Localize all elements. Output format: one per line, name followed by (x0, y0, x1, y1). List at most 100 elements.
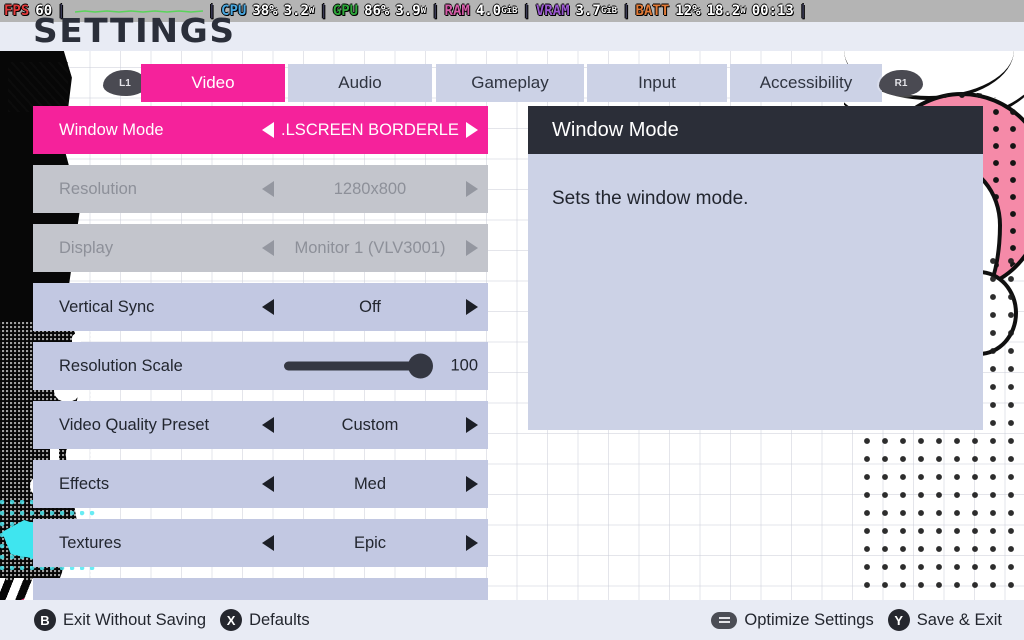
button-y-icon: Y (887, 609, 910, 631)
hud-batt-watts: 18.2 (706, 3, 741, 19)
footer-action-defaults[interactable]: X Defaults (220, 609, 310, 631)
slider-knob[interactable] (408, 353, 433, 379)
stepper-left-arrow-icon (262, 181, 274, 197)
hud-batt-label: BATT (635, 3, 670, 19)
stepper-left-arrow-icon[interactable] (262, 122, 274, 138)
footer-hint-bar: B Exit Without Saving X Defaults Optimiz… (0, 600, 1024, 640)
tab-gameplay[interactable]: Gameplay (436, 64, 584, 102)
footer-action-label: Save & Exit (916, 610, 1002, 629)
hud-ram-label: RAM (444, 3, 470, 19)
hud-batt-watt-unit: W (740, 6, 746, 16)
tab-video[interactable]: Video (141, 64, 285, 102)
footer-left-group: B Exit Without Saving X Defaults (34, 609, 324, 631)
hud-batt-time: 00:13 (751, 3, 794, 19)
stepper-right-arrow-icon[interactable] (466, 476, 478, 492)
stepper-right-arrow-icon[interactable] (466, 417, 478, 433)
stepper-right-arrow-icon (466, 240, 478, 256)
settings-list[interactable]: Window Mode .LSCREEN BORDERLE Resolution… (33, 106, 488, 600)
info-panel-header: Window Mode (528, 106, 983, 154)
setting-label: Resolution Scale (59, 356, 183, 375)
tab-label: Gameplay (471, 73, 549, 92)
setting-stepper[interactable]: Off (252, 283, 488, 331)
stepper-left-arrow-icon[interactable] (262, 299, 274, 315)
game-settings-screen: FPS 60 | | CPU 38% 3.2 W | GPU 86% 3.9 W |… (0, 0, 1024, 640)
hud-batt-percent: 12% (675, 3, 701, 19)
hud-vram-unit: GiB (600, 6, 618, 16)
info-panel: Window Mode Sets the window mode. (528, 106, 983, 430)
stepper-right-arrow-icon[interactable] (466, 122, 478, 138)
info-panel-title: Window Mode (552, 118, 679, 141)
setting-stepper[interactable]: Med (252, 460, 488, 508)
setting-value: 1280x800 (333, 179, 407, 198)
footer-action-label: Defaults (249, 610, 310, 629)
setting-row-resolution: Resolution 1280x800 (33, 165, 488, 213)
footer-action-optimize-settings[interactable]: Optimize Settings (711, 610, 874, 630)
hud-ram-unit: GiB (501, 6, 518, 16)
stepper-left-arrow-icon[interactable] (262, 535, 274, 551)
setting-stepper[interactable]: Custom (252, 401, 488, 449)
footer-right-group: Optimize Settings Y Save & Exit (711, 609, 1002, 631)
setting-value: .LSCREEN BORDERLE (281, 120, 459, 139)
setting-row-display: Display Monitor 1 (VLV3001) (33, 224, 488, 272)
setting-label: Vertical Sync (59, 297, 155, 316)
hud-fps-label: FPS (4, 3, 30, 19)
setting-value: Med (353, 474, 387, 493)
stepper-left-arrow-icon[interactable] (262, 417, 274, 433)
button-x-icon: X (220, 609, 243, 631)
setting-label: Effects (59, 474, 110, 493)
setting-row-effects[interactable]: Effects Med (33, 460, 488, 508)
tab-label: Accessibility (759, 73, 853, 92)
slider-value: 100 (450, 356, 478, 375)
setting-label: Display (59, 238, 114, 257)
hud-cpu-watt-unit: W (308, 6, 315, 16)
hud-gpu-percent: 86% (364, 3, 390, 19)
hud-ram-value: 4.0 (475, 3, 502, 19)
setting-label: Textures (59, 533, 122, 552)
stepper-right-arrow-icon[interactable] (466, 535, 478, 551)
resolution-scale-slider[interactable]: 100 (276, 342, 488, 390)
stepper-left-arrow-icon (262, 240, 274, 256)
setting-row-window-mode[interactable]: Window Mode .LSCREEN BORDERLE (33, 106, 488, 154)
setting-value: Monitor 1 (VLV3001) (294, 238, 446, 257)
tab-bar: L1 Video Audio Gameplay Input Accessibil… (0, 64, 1024, 102)
setting-stepper: 1280x800 (252, 165, 488, 213)
button-b-icon: B (34, 609, 56, 631)
tab-accessibility[interactable]: Accessibility (730, 64, 882, 102)
setting-row-resolution-scale[interactable]: Resolution Scale 100 (33, 342, 488, 390)
footer-action-save-and-exit[interactable]: Y Save & Exit (887, 609, 1002, 631)
hud-gpu-label: GPU (332, 3, 359, 19)
button-menu-icon (711, 611, 738, 629)
hud-cpu-percent: 38% (252, 3, 278, 19)
setting-stepper[interactable]: .LSCREEN BORDERLE (252, 106, 488, 154)
stepper-right-arrow-icon (466, 181, 478, 197)
setting-label: Window Mode (59, 120, 164, 139)
tab-audio[interactable]: Audio (288, 64, 432, 102)
setting-row-vertical-sync[interactable]: Vertical Sync Off (33, 283, 488, 331)
setting-row-textures[interactable]: Textures Epic (33, 519, 488, 567)
stepper-right-arrow-icon[interactable] (466, 299, 478, 315)
hud-cpu-watts: 3.2 (283, 3, 309, 19)
tab-input[interactable]: Input (587, 64, 727, 102)
setting-value: Custom (341, 415, 399, 434)
tab-label: Video (191, 73, 235, 92)
hud-vram-label: VRAM (535, 3, 570, 19)
setting-label: Video Quality Preset (59, 415, 210, 434)
footer-action-label: Exit Without Saving (63, 610, 207, 629)
setting-stepper[interactable]: Epic (252, 519, 488, 567)
tab-label: Audio (338, 73, 382, 92)
bumper-r1-icon: R1 (879, 70, 923, 96)
setting-label: Resolution (59, 179, 137, 198)
hud-gpu-watt-unit: W (420, 6, 427, 16)
stepper-left-arrow-icon[interactable] (262, 476, 274, 492)
setting-row-partial[interactable] (33, 578, 488, 600)
hud-gpu-watts: 3.9 (395, 3, 421, 19)
info-panel-body: Sets the window mode. (528, 154, 983, 430)
info-panel-description: Sets the window mode. (552, 188, 749, 209)
tab-label: Input (638, 73, 676, 92)
setting-stepper: Monitor 1 (VLV3001) (252, 224, 488, 272)
footer-action-exit-without-saving[interactable]: B Exit Without Saving (34, 609, 206, 631)
page-title: SETTINGS (33, 11, 236, 50)
setting-row-video-quality-preset[interactable]: Video Quality Preset Custom (33, 401, 488, 449)
footer-action-label: Optimize Settings (744, 610, 874, 629)
hud-vram-value: 3.7 (575, 3, 601, 19)
